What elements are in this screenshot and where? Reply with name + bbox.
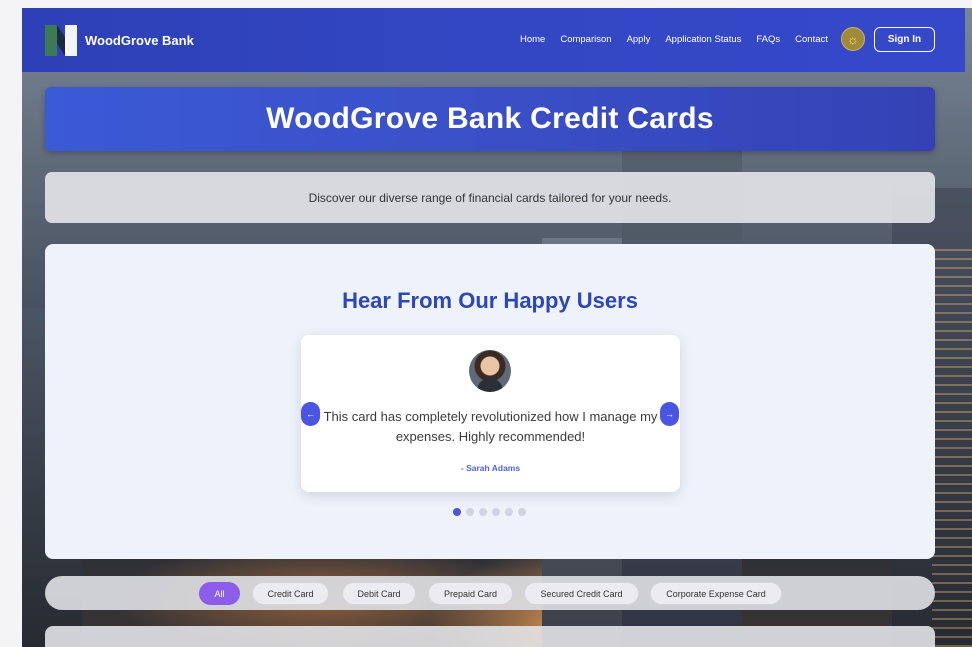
testimonials-section: Hear From Our Happy Users This card has … (45, 244, 935, 559)
testimonials-title: Hear From Our Happy Users (342, 288, 638, 313)
tagline-text: Discover our diverse range of financial … (308, 190, 672, 205)
theme-toggle-button[interactable]: ☼ (841, 27, 865, 51)
nav-link-contact[interactable]: Contact (795, 34, 828, 45)
carousel-dot[interactable] (479, 508, 487, 516)
filter-chip-prepaid-card[interactable]: Prepaid Card (428, 582, 513, 605)
carousel-prev-button[interactable]: ← (301, 402, 320, 426)
testimonial-author: - Sarah Adams (460, 463, 521, 473)
page-title-banner: WoodGrove Bank Credit Cards (45, 87, 935, 151)
filter-chip-debit-card[interactable]: Debit Card (342, 582, 416, 605)
brand-name[interactable]: WoodGrove Bank (85, 33, 194, 48)
arrow-right-icon: → (665, 409, 674, 419)
bank-logo-icon[interactable] (45, 25, 77, 56)
page-title: WoodGrove Bank Credit Cards (266, 102, 714, 135)
top-navbar: WoodGrove Bank Home Comparison Apply App… (22, 8, 965, 72)
nav-link-home[interactable]: Home (520, 34, 545, 45)
carousel-dot[interactable] (466, 508, 474, 516)
carousel-next-button[interactable]: → (660, 402, 679, 426)
testimonial-card: This card has completely revolutionized … (301, 335, 680, 492)
filter-chip-secured-credit-card[interactable]: Secured Credit Card (524, 582, 639, 605)
nav-link-comparison[interactable]: Comparison (560, 34, 611, 45)
filter-chip-corporate-expense-card[interactable]: Corporate Expense Card (650, 582, 782, 605)
nav-link-application-status[interactable]: Application Status (665, 34, 741, 45)
nav-link-faqs[interactable]: FAQs (756, 34, 780, 45)
sign-in-button[interactable]: Sign In (874, 27, 935, 52)
nav-links: Home Comparison Apply Application Status… (520, 34, 843, 45)
avatar (469, 350, 511, 392)
carousel-dot[interactable] (518, 508, 526, 516)
filter-chip-credit-card[interactable]: Credit Card (252, 582, 329, 605)
testimonial-quote: This card has completely revolutionized … (323, 409, 658, 444)
carousel-dot[interactable] (505, 508, 513, 516)
arrow-left-icon: ← (306, 409, 315, 419)
carousel-dot[interactable] (492, 508, 500, 516)
building-windows (932, 248, 972, 647)
sun-icon: ☼ (847, 31, 859, 47)
tagline-panel: Discover our diverse range of financial … (45, 172, 935, 223)
filter-chip-all[interactable]: All (199, 582, 240, 605)
cards-list-panel (45, 626, 935, 647)
card-type-filter-bar: All Credit Card Debit Card Prepaid Card … (45, 576, 935, 610)
nav-link-apply[interactable]: Apply (627, 34, 651, 45)
carousel-dot[interactable] (453, 508, 461, 516)
carousel-indicators (453, 508, 526, 516)
